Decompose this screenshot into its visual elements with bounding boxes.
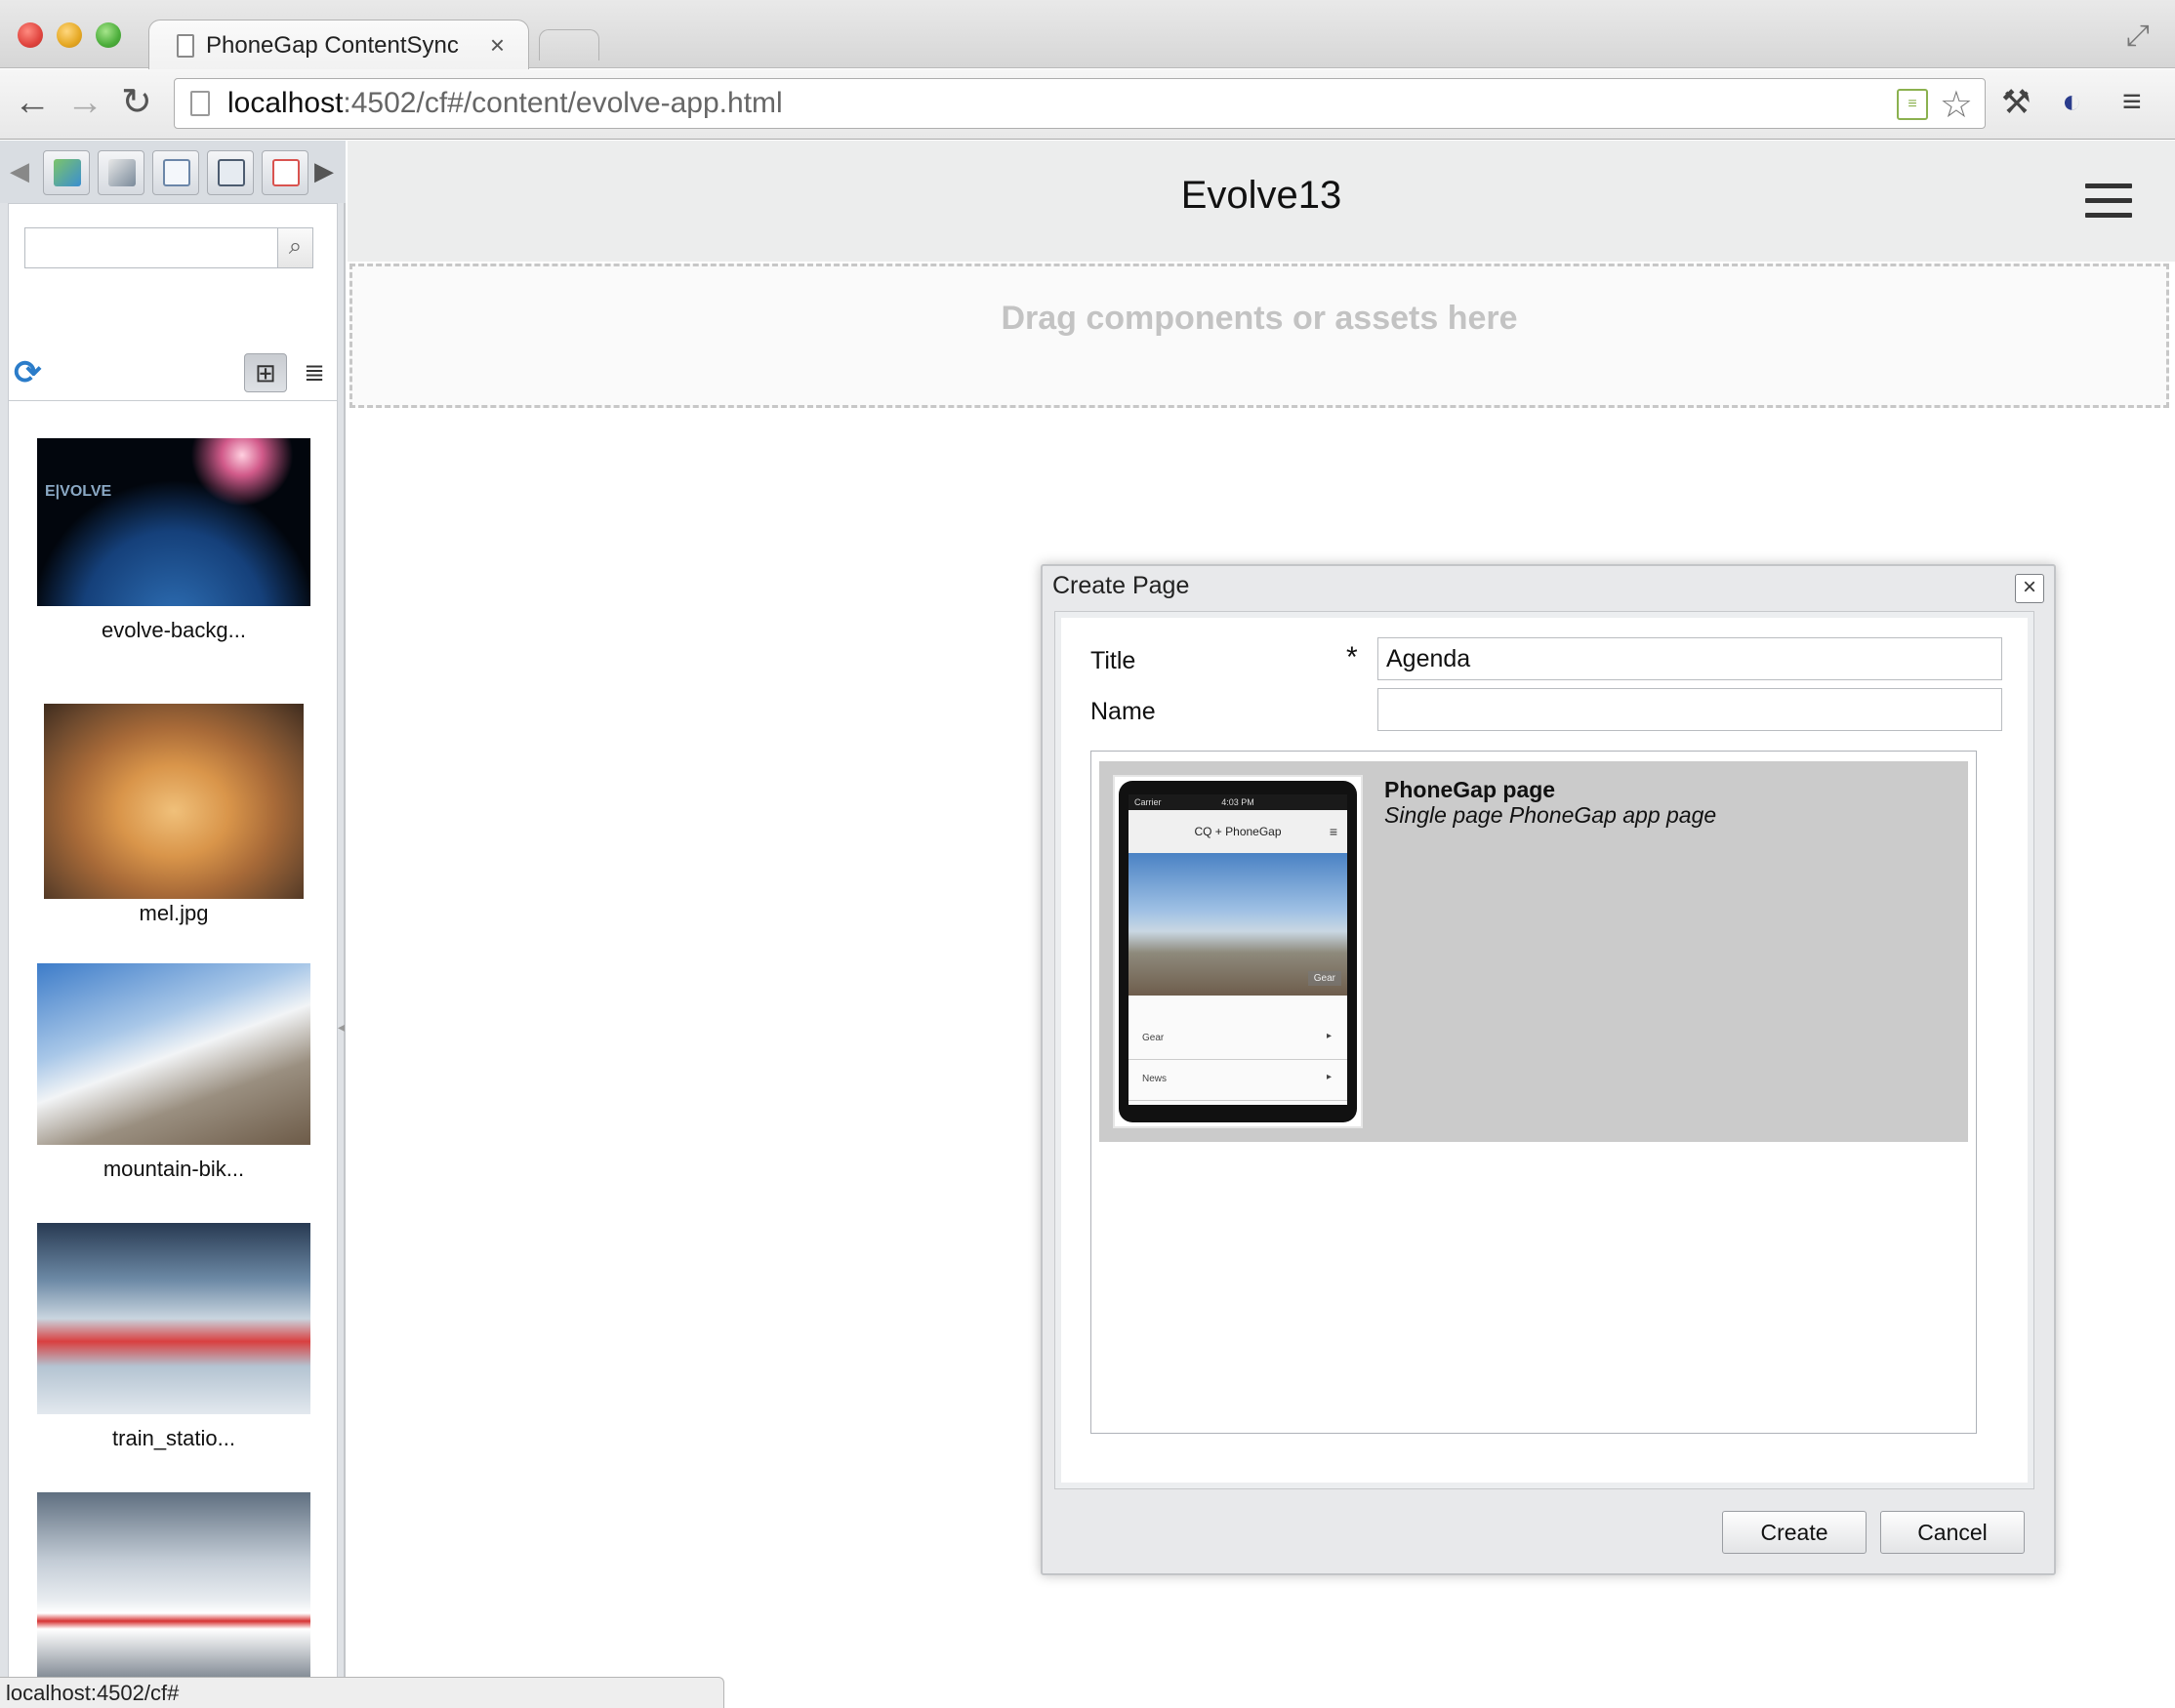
asset-thumbnail: E|VOLVE: [37, 438, 310, 606]
url-text[interactable]: localhost:4502/cf#/content/evolve-app.ht…: [227, 87, 783, 120]
url-host: localhost: [227, 87, 344, 119]
asset-item[interactable]: [9, 1492, 337, 1688]
asset-caption: train_statio...: [112, 1426, 235, 1450]
required-marker: *: [1346, 641, 1358, 673]
status-bar: localhost:4502/cf#: [0, 1677, 724, 1708]
evolve-logo-text: E|VOLVE: [45, 483, 112, 500]
grid-view-button[interactable]: ⊞: [244, 353, 287, 392]
asset-item[interactable]: mountain-bik...: [9, 963, 337, 1182]
title-input[interactable]: [1377, 637, 2002, 680]
asset-item[interactable]: mel.jpg: [9, 704, 337, 926]
phone-time: 4:03 PM: [1221, 797, 1254, 807]
app-header: Evolve13: [348, 141, 2175, 262]
template-item[interactable]: Carrier 4:03 PM CQ + PhoneGap ≡ Gear Gea…: [1099, 761, 1968, 1142]
browser-tab[interactable]: PhoneGap ContentSync ×: [148, 20, 529, 70]
wrench-icon[interactable]: ⚒: [2001, 83, 2031, 122]
page-canvas: Evolve13 Drag components or assets here …: [348, 141, 2175, 1688]
rss-icon[interactable]: ≡: [1897, 89, 1928, 120]
images-tab[interactable]: [43, 150, 90, 195]
phone-menu-icon: ≡: [1329, 824, 1337, 839]
tab-title: PhoneGap ContentSync: [206, 32, 459, 59]
back-button[interactable]: ←: [14, 81, 51, 124]
phone-gear-badge: Gear: [1307, 971, 1341, 986]
asset-caption: mel.jpg: [139, 901, 209, 925]
minimize-window-button[interactable]: [57, 22, 82, 48]
template-description: Single page PhoneGap app page: [1384, 802, 1717, 828]
address-bar[interactable]: localhost:4502/cf#/content/evolve-app.ht…: [174, 78, 1986, 129]
asset-caption: mountain-bik...: [103, 1157, 245, 1181]
pages-tab-icon: [163, 159, 190, 186]
template-list[interactable]: Carrier 4:03 PM CQ + PhoneGap ≡ Gear Gea…: [1090, 751, 1977, 1434]
zoom-window-button[interactable]: [96, 22, 121, 48]
list-view-button[interactable]: ≣: [293, 353, 336, 392]
phone-header: CQ + PhoneGap: [1129, 810, 1347, 853]
page-icon: [177, 34, 194, 58]
content-finder-tabs: ◀ ▶: [0, 141, 346, 203]
dropzone-message: Drag components or assets here: [1001, 300, 1518, 337]
create-page-dialog: Create Page × Title * Name Carrier 4:03 …: [1041, 564, 2056, 1575]
create-button[interactable]: Create: [1722, 1511, 1867, 1554]
browser-toolbar: ← → ↻ localhost:4502/cf#/content/evolve-…: [0, 69, 2175, 140]
asset-caption: evolve-backg...: [102, 618, 246, 642]
pages-tab[interactable]: [152, 150, 199, 195]
forward-button[interactable]: →: [66, 81, 103, 124]
images-tab-icon: [54, 159, 81, 186]
title-label: Title: [1090, 647, 1136, 674]
flash-tab[interactable]: [262, 150, 308, 195]
cancel-button[interactable]: Cancel: [1880, 1511, 2025, 1554]
browser-tabstrip: PhoneGap ContentSync × ⤢: [0, 0, 2175, 70]
asset-item[interactable]: train_statio...: [9, 1223, 337, 1451]
documents-tab-icon: [108, 159, 136, 186]
asset-thumbnail: [37, 1223, 310, 1414]
asset-list[interactable]: E|VOLVE evolve-backg... mel.jpg mountain…: [8, 400, 338, 1688]
url-path: :4502/cf#/content/evolve-app.html: [343, 87, 783, 119]
phone-preview: Carrier 4:03 PM CQ + PhoneGap ≡ Gear Gea…: [1119, 781, 1357, 1122]
new-tab-button[interactable]: [539, 29, 599, 61]
phone-hero-image: Gear: [1129, 853, 1347, 996]
dialog-close-icon[interactable]: ×: [2015, 574, 2044, 603]
page-icon: [190, 91, 210, 116]
component-dropzone[interactable]: Drag components or assets here: [349, 264, 2169, 408]
app-title: Evolve13: [1180, 174, 1342, 217]
fullscreen-icon[interactable]: ⤢: [2126, 20, 2150, 53]
phone-row-label: News: [1142, 1074, 1168, 1084]
refresh-icon[interactable]: ⟳: [14, 353, 42, 392]
template-name: PhoneGap page: [1384, 777, 1556, 802]
name-input[interactable]: [1377, 688, 2002, 731]
panel-collapse-handle[interactable]: ◂: [338, 1019, 345, 1036]
tabs-scroll-right-icon[interactable]: ▶: [314, 156, 334, 186]
tabs-scroll-left-icon[interactable]: ◀: [10, 156, 29, 186]
asset-item[interactable]: E|VOLVE evolve-backg...: [9, 438, 337, 643]
asset-thumbnail: [37, 963, 310, 1145]
hamburger-menu-icon[interactable]: [2085, 183, 2132, 221]
bookmark-star-icon[interactable]: ☆: [1940, 83, 1973, 127]
asset-thumbnail: [44, 704, 304, 899]
phone-status-bar: Carrier 4:03 PM: [1129, 794, 1347, 810]
asset-search-input[interactable]: ⌕: [24, 227, 313, 268]
movies-tab-icon: [218, 159, 245, 186]
documents-tab[interactable]: [98, 150, 144, 195]
reload-button[interactable]: ↻: [121, 81, 152, 124]
content-finder-panel: ◀ ▶ ⌕ ⟳ ⊞ ≣ E|VOLVE evolve-backg... mel.…: [0, 141, 346, 1688]
movies-tab[interactable]: [207, 150, 254, 195]
phone-row-label: Gear: [1142, 1033, 1165, 1043]
template-thumbnail: Carrier 4:03 PM CQ + PhoneGap ≡ Gear Gea…: [1113, 775, 1363, 1128]
flash-tab-icon: [272, 159, 300, 186]
phone-list-row: News ▸: [1129, 1060, 1347, 1101]
asset-thumbnail: [37, 1492, 310, 1688]
browser-menu-icon[interactable]: ≡: [2122, 83, 2142, 121]
close-window-button[interactable]: [18, 22, 43, 48]
extension-icon[interactable]: ◐: [2062, 83, 2082, 121]
name-label: Name: [1090, 698, 1156, 725]
tab-close-icon[interactable]: ×: [490, 30, 505, 61]
finder-toolbar: ⟳ ⊞ ≣: [0, 346, 346, 400]
dialog-title: Create Page: [1052, 572, 1190, 599]
phone-list-row: Gear ▸: [1129, 1019, 1347, 1060]
dialog-body: Title * Name Carrier 4:03 PM CQ: [1054, 611, 2034, 1489]
search-icon[interactable]: ⌕: [277, 228, 312, 267]
